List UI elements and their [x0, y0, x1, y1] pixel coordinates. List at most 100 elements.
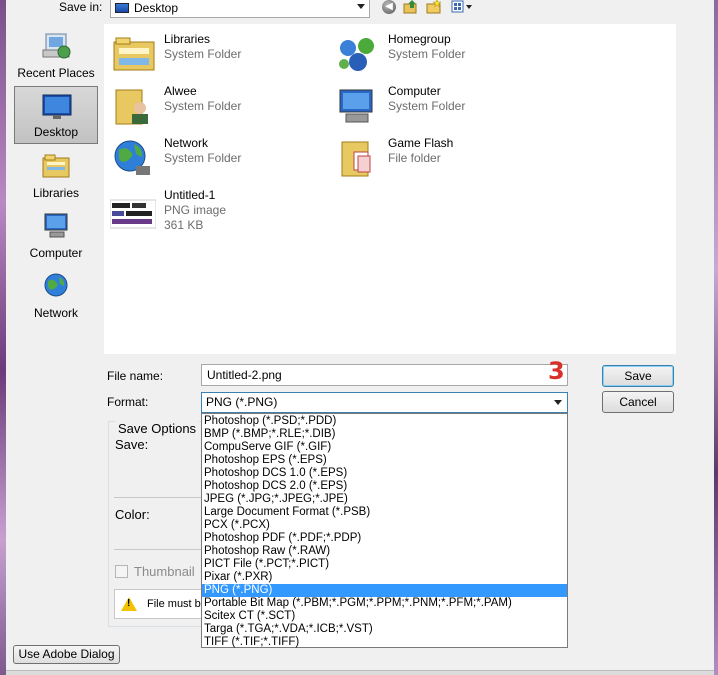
file-name: Network	[164, 136, 209, 150]
recent-places-icon	[42, 33, 71, 59]
dialog-bottom-edge	[6, 670, 714, 675]
warning-icon	[121, 597, 137, 611]
step-annotation: 3	[548, 357, 565, 385]
place-recent-places[interactable]: Recent Places	[14, 26, 98, 84]
format-option[interactable]: Photoshop EPS (*.EPS)	[202, 454, 567, 467]
homegroup-icon	[339, 38, 374, 71]
place-network[interactable]: Network	[14, 266, 98, 324]
up-folder-button[interactable]	[402, 0, 420, 15]
save-in-label: Save in:	[59, 0, 103, 14]
computer-icon	[339, 89, 373, 123]
file-item-computer[interactable]: Computer System Folder	[328, 82, 548, 128]
save-options-title: Save Options	[115, 421, 200, 436]
format-option[interactable]: Photoshop PDF (*.PDF;*.PDP)	[202, 532, 567, 545]
format-option[interactable]: JPEG (*.JPG;*.JPEG;*.JPE)	[202, 493, 567, 506]
file-name: Homegroup	[388, 32, 451, 46]
back-button[interactable]: ◀	[380, 0, 398, 15]
warning-text: File must be	[147, 598, 207, 610]
format-option[interactable]: CompuServe GIF (*.GIF)	[202, 441, 567, 454]
place-libraries[interactable]: Libraries	[14, 146, 98, 204]
file-name: Computer	[388, 84, 441, 98]
file-name: Alwee	[164, 84, 197, 98]
file-name-input[interactable]: Untitled-2.png	[201, 364, 568, 386]
libraries-icon	[42, 154, 70, 178]
file-type: System Folder	[388, 99, 466, 113]
format-option[interactable]: BMP (*.BMP;*.RLE;*.DIB)	[202, 428, 567, 441]
format-option[interactable]: Photoshop DCS 1.0 (*.EPS)	[202, 467, 567, 480]
format-option[interactable]: Photoshop Raw (*.RAW)	[202, 545, 567, 558]
network-icon	[114, 140, 150, 175]
format-option[interactable]: Pixar (*.PXR)	[202, 571, 567, 584]
user-folder-icon	[115, 89, 148, 125]
new-folder-button[interactable]	[425, 0, 443, 15]
file-size: 361 KB	[164, 218, 204, 232]
file-name-label: File name:	[107, 369, 164, 383]
format-option[interactable]: Targa (*.TGA;*.VDA;*.ICB;*.VST)	[202, 623, 567, 636]
new-folder-icon	[426, 0, 442, 14]
network-icon	[44, 273, 68, 297]
desktop-icon	[42, 94, 72, 119]
up-folder-icon	[403, 0, 417, 14]
chevron-down-icon[interactable]	[554, 400, 562, 405]
place-label: Libraries	[32, 186, 80, 200]
checkbox-box[interactable]	[115, 565, 128, 578]
file-list: Libraries System Folder Homegroup System…	[104, 24, 676, 354]
format-option[interactable]: PICT File (*.PCT;*.PICT)	[202, 558, 567, 571]
save-as-dialog: Save in: Desktop ◀ Recent Places Desktop…	[6, 0, 714, 675]
png-thumbnail-icon	[110, 199, 156, 229]
file-name: Game Flash	[388, 136, 454, 150]
place-label: Desktop	[33, 125, 79, 139]
computer-icon	[44, 213, 68, 238]
format-option[interactable]: PCX (*.PCX)	[202, 519, 567, 532]
format-option[interactable]: PNG (*.PNG)	[202, 584, 567, 597]
place-label: Computer	[29, 246, 83, 260]
folder-icon	[341, 141, 371, 177]
format-option[interactable]: TIFF (*.TIF;*.TIFF)	[202, 636, 567, 649]
format-option[interactable]: Large Document Format (*.PSB)	[202, 506, 567, 519]
divider	[114, 549, 204, 550]
views-menu-button[interactable]	[450, 0, 474, 15]
views-menu-icon	[451, 0, 472, 13]
places-bar: Recent Places Desktop Libraries Computer…	[6, 24, 104, 354]
file-name: Libraries	[164, 32, 211, 46]
libraries-icon	[113, 37, 155, 71]
desktop-icon	[115, 3, 129, 13]
save-button[interactable]: Save	[602, 365, 674, 387]
file-type: System Folder	[164, 151, 242, 165]
format-option[interactable]: Photoshop DCS 2.0 (*.EPS)	[202, 480, 567, 493]
format-dropdown-list: Photoshop (*.PSD;*.PDD) BMP (*.BMP;*.RLE;…	[201, 413, 568, 648]
file-item-untitled-1[interactable]: Untitled-1 PNG image 361 KB	[104, 186, 324, 248]
use-adobe-dialog-button[interactable]: Use Adobe Dialog	[13, 645, 120, 664]
file-type: System Folder	[164, 47, 242, 61]
format-option[interactable]: Scitex CT (*.SCT)	[202, 610, 567, 623]
save-in-combobox[interactable]: Desktop	[110, 0, 370, 18]
format-select[interactable]: PNG (*.PNG)	[201, 392, 568, 413]
file-item-network[interactable]: Network System Folder	[104, 134, 324, 180]
divider	[114, 497, 204, 498]
place-desktop[interactable]: Desktop	[14, 86, 98, 144]
file-name: Untitled-1	[164, 188, 216, 202]
place-label: Recent Places	[17, 66, 95, 80]
chevron-down-icon[interactable]	[357, 4, 365, 9]
file-type: File folder	[388, 151, 441, 165]
format-value: PNG (*.PNG)	[206, 395, 278, 409]
file-type: System Folder	[388, 47, 466, 61]
save-in-value: Desktop	[134, 1, 179, 15]
save-options-color-label: Color:	[115, 507, 150, 522]
thumbnail-checkbox[interactable]: Thumbnail	[115, 564, 195, 579]
format-option[interactable]: Photoshop (*.PSD;*.PDD)	[202, 415, 567, 428]
format-label: Format:	[107, 395, 149, 409]
file-item-libraries[interactable]: Libraries System Folder	[104, 30, 324, 76]
place-label: Network	[33, 306, 78, 320]
file-item-alwee[interactable]: Alwee System Folder	[104, 82, 324, 128]
save-options-save-label: Save:	[115, 437, 149, 452]
place-computer[interactable]: Computer	[14, 206, 98, 264]
format-option[interactable]: Portable Bit Map (*.PBM;*.PGM;*.PPM;*.PN…	[202, 597, 567, 610]
file-item-homegroup[interactable]: Homegroup System Folder	[328, 30, 548, 76]
desktop-background-right	[714, 0, 718, 675]
back-icon: ◀	[382, 0, 396, 14]
file-type: System Folder	[164, 99, 242, 113]
warning-box: File must be	[114, 589, 210, 619]
file-item-game-flash[interactable]: Game Flash File folder	[328, 134, 548, 180]
cancel-button[interactable]: Cancel	[602, 391, 674, 413]
